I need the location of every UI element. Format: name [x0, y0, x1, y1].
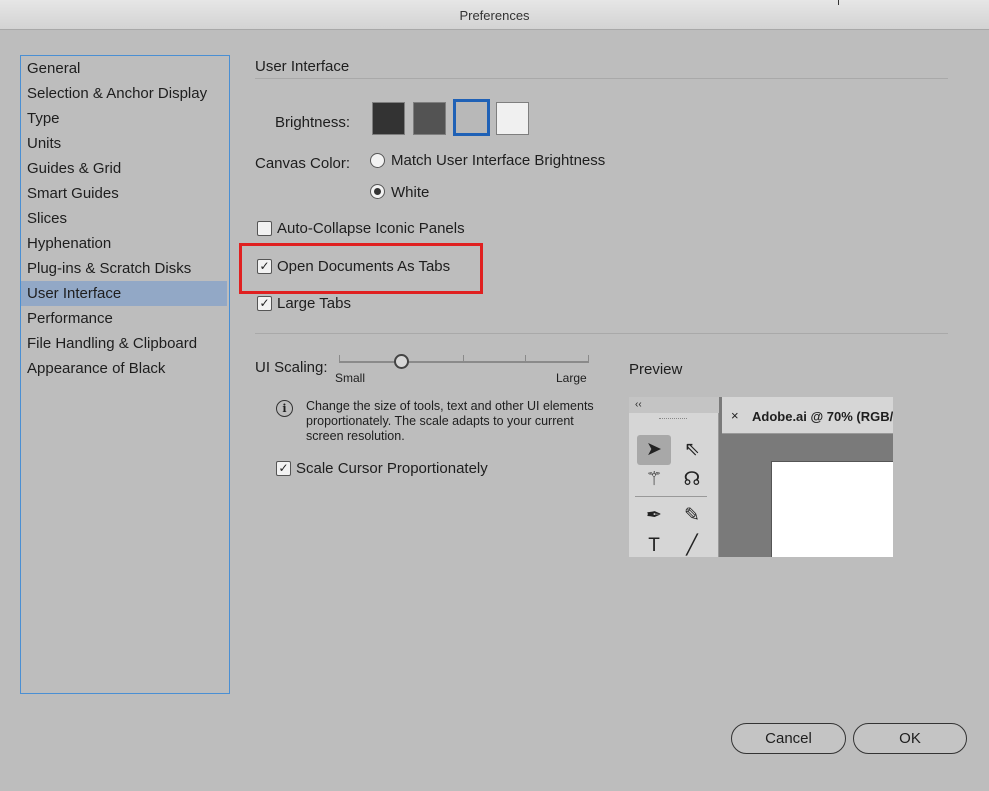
ui-scaling-max-label: Large: [556, 371, 587, 385]
ui-scaling-min-label: Small: [335, 371, 366, 385]
canvas-color-match-radio[interactable]: [370, 153, 385, 168]
slider-tick: [339, 355, 340, 363]
sidebar-item-slices[interactable]: Slices: [21, 206, 227, 231]
curvature-tool-icon: ✎: [684, 505, 700, 526]
ok-button[interactable]: OK: [853, 723, 967, 754]
brightness-swatch-dark[interactable]: [372, 102, 405, 135]
collapse-icon: ‹‹: [629, 397, 719, 413]
sidebar-item-hyphenation[interactable]: Hyphenation: [21, 231, 227, 256]
ui-preview: ‹‹ ➤ ⇖ ⚚ ☊ ✒ ✎ T ╱ × Adobe.ai @ 70% (RGB…: [629, 397, 893, 557]
brightness-swatch-medium-light[interactable]: [453, 99, 490, 136]
title-bar: Preferences: [0, 0, 989, 30]
sidebar-item-plugins-scratch-disks[interactable]: Plug-ins & Scratch Disks: [21, 256, 227, 281]
preview-tools-panel: ‹‹ ➤ ⇖ ⚚ ☊ ✒ ✎ T ╱: [629, 397, 719, 557]
ui-scaling-label: UI Scaling:: [255, 359, 328, 376]
slider-tick: [588, 355, 589, 363]
sidebar-item-selection-anchor-display[interactable]: Selection & Anchor Display: [21, 81, 227, 106]
brightness-swatch-light[interactable]: [496, 102, 529, 135]
sidebar-item-general[interactable]: General: [21, 56, 227, 81]
sidebar-item-type[interactable]: Type: [21, 106, 227, 131]
large-tabs-label[interactable]: Large Tabs: [277, 295, 351, 312]
sidebar-item-file-handling-clipboard[interactable]: File Handling & Clipboard: [21, 331, 227, 356]
section-divider-2: [255, 333, 948, 334]
large-tabs-checkbox[interactable]: ✓: [257, 296, 272, 311]
preview-document-tab: × Adobe.ai @ 70% (RGB/: [722, 397, 893, 434]
pen-tool-icon: ✒: [646, 505, 662, 526]
scale-cursor-checkbox[interactable]: ✓: [276, 461, 291, 476]
preview-label: Preview: [629, 361, 683, 378]
preview-artboard: [771, 461, 893, 557]
type-tool-icon: T: [648, 535, 660, 556]
canvas-color-white-radio[interactable]: [370, 184, 385, 199]
canvas-color-white-label[interactable]: White: [391, 184, 429, 201]
line-tool-icon: ╱: [686, 535, 698, 556]
slider-tick: [463, 355, 464, 363]
panel-grip: [659, 418, 687, 421]
brightness-label: Brightness:: [275, 114, 351, 131]
ui-scaling-slider-knob[interactable]: [394, 354, 409, 369]
info-icon: i: [276, 400, 293, 417]
section-divider: [255, 78, 948, 79]
sidebar-item-user-interface[interactable]: User Interface: [21, 281, 227, 306]
magic-wand-tool-icon: ⚚: [645, 469, 663, 490]
ui-scaling-info-text: Change the size of tools, text and other…: [306, 399, 594, 443]
sidebar-item-appearance-of-black[interactable]: Appearance of Black: [21, 356, 227, 381]
section-title: User Interface: [255, 58, 350, 75]
direct-selection-tool-icon: ⇖: [684, 439, 700, 460]
brightness-swatch-medium-dark[interactable]: [413, 102, 446, 135]
slider-tick: [525, 355, 526, 363]
preview-document-name: Adobe.ai @ 70% (RGB/: [752, 409, 893, 424]
scale-cursor-label[interactable]: Scale Cursor Proportionately: [296, 460, 488, 477]
window-title: Preferences: [459, 8, 530, 23]
canvas-color-label: Canvas Color:: [255, 155, 351, 172]
open-as-tabs-checkbox[interactable]: ✓: [257, 259, 272, 274]
sidebar-item-performance[interactable]: Performance: [21, 306, 227, 331]
cancel-button[interactable]: Cancel: [731, 723, 846, 754]
canvas-color-match-label[interactable]: Match User Interface Brightness: [391, 152, 605, 169]
close-icon: ×: [731, 408, 739, 423]
tool-separator: [635, 496, 707, 497]
preferences-category-list[interactable]: General Selection & Anchor Display Type …: [20, 55, 230, 694]
sidebar-item-smart-guides[interactable]: Smart Guides: [21, 181, 227, 206]
selection-tool-icon: ➤: [637, 435, 671, 465]
sidebar-item-units[interactable]: Units: [21, 131, 227, 156]
ui-scaling-slider-track[interactable]: [339, 361, 589, 363]
title-bar-mark: [838, 0, 839, 5]
lasso-tool-icon: ☊: [683, 469, 701, 490]
auto-collapse-checkbox[interactable]: [257, 221, 272, 236]
open-as-tabs-label[interactable]: Open Documents As Tabs: [277, 258, 450, 275]
sidebar-item-guides-grid[interactable]: Guides & Grid: [21, 156, 227, 181]
auto-collapse-label[interactable]: Auto-Collapse Iconic Panels: [277, 220, 465, 237]
